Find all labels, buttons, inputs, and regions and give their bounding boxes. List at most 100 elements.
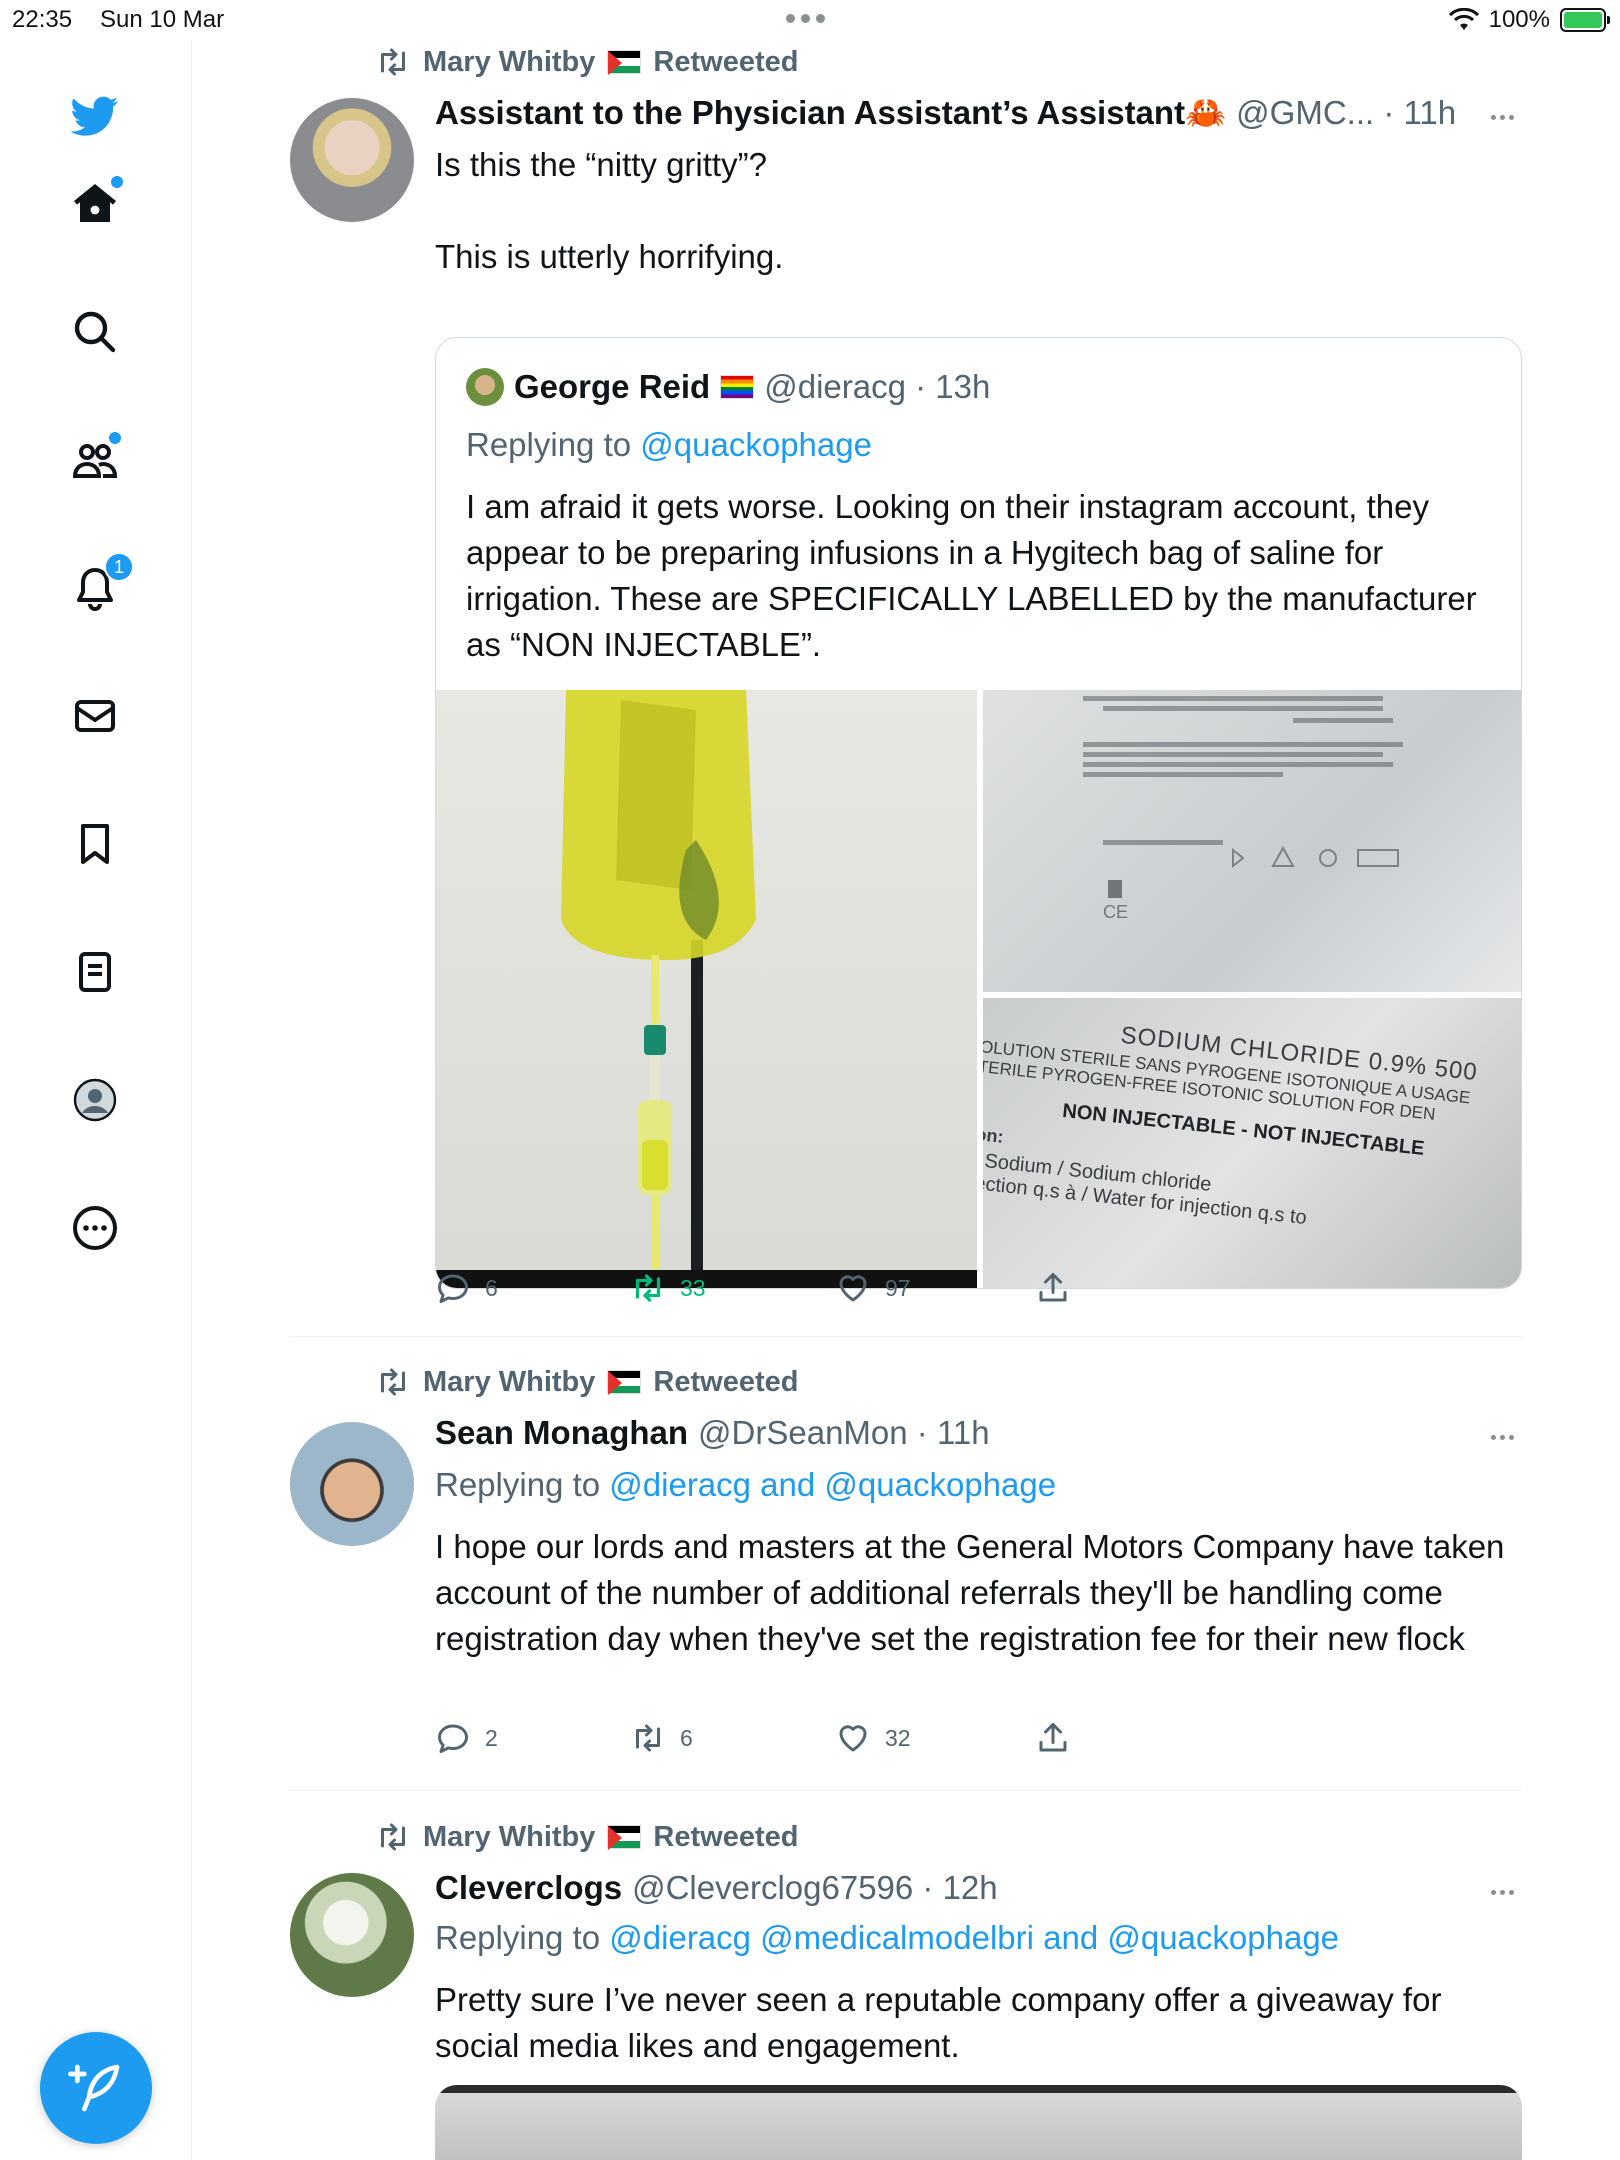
reply-icon — [438, 1724, 468, 1753]
author-name[interactable]: Assistant to the Physician Assistant’s A… — [435, 94, 1226, 133]
palestine-flag-icon — [607, 1370, 642, 1395]
more-options-icon[interactable] — [1482, 1422, 1522, 1452]
iv-bag-illustration — [436, 690, 977, 1288]
author-handle-time[interactable]: @DrSeanMon · 11h — [698, 1414, 990, 1452]
search-icon[interactable] — [63, 300, 127, 364]
retweeted-by[interactable]: Mary Whitby — [423, 1821, 595, 1854]
author-name[interactable]: Sean Monaghan — [435, 1414, 688, 1452]
retweet-count: 6 — [680, 1724, 693, 1751]
home-new-dot — [111, 176, 123, 188]
retweet-button[interactable]: 6 — [630, 1720, 693, 1756]
palestine-flag-icon — [607, 1825, 642, 1850]
notifications-badge: 1 — [104, 552, 134, 582]
more-options-icon[interactable] — [1482, 102, 1522, 132]
quoted-tweet[interactable]: George Reid @dieracg · 13h Replying to @… — [435, 337, 1522, 1289]
communities-icon[interactable] — [63, 428, 127, 492]
wifi-icon — [1448, 8, 1479, 30]
avatar[interactable] — [290, 1873, 414, 1997]
battery-icon — [1560, 8, 1610, 32]
share-button[interactable] — [1035, 1270, 1071, 1306]
status-bar: 22:35 Sun 10 Mar 100% — [0, 0, 1620, 40]
palestine-flag-icon — [607, 50, 642, 75]
profile-icon[interactable] — [63, 1068, 127, 1132]
quote-replying: Replying to @quackophage — [466, 426, 872, 464]
replying-to-link[interactable]: @dieracg and @quackophage — [609, 1466, 1056, 1503]
author-handle-time[interactable]: @GMC... · 11h — [1236, 94, 1456, 132]
retweet-icon — [635, 1274, 661, 1302]
tweet-text: Is this the “nitty gritty”? This is utte… — [435, 142, 1515, 280]
replying-to-link[interactable]: @quackophage — [640, 426, 872, 463]
tweet-media-photo[interactable] — [435, 2085, 1522, 2160]
author-handle-time[interactable]: @Cleverclog67596 · 12h — [632, 1869, 998, 1907]
twitter-logo-icon[interactable] — [63, 84, 127, 148]
quote-avatar[interactable] — [466, 368, 504, 406]
replying-to: Replying to @dieracg @medicalmodelbri an… — [435, 1919, 1339, 1957]
replying-prefix: Replying to — [466, 426, 632, 463]
tweet-divider — [290, 1336, 1522, 1337]
replying-to: Replying to @dieracg and @quackophage — [435, 1466, 1056, 1504]
notifications-icon[interactable]: 1 — [63, 552, 134, 620]
messages-icon[interactable] — [63, 684, 127, 748]
tweet-text-line — [435, 188, 1515, 234]
lists-icon[interactable] — [63, 940, 127, 1004]
quote-author-name[interactable]: George Reid — [514, 368, 710, 406]
retweeted-by[interactable]: Mary Whitby — [423, 46, 595, 79]
sidebar: 1 — [0, 40, 192, 2160]
tweet[interactable]: Mary Whitby Retweeted Cleverclogs @Cleve… — [290, 1815, 1522, 2160]
more-options-icon[interactable] — [1482, 1877, 1522, 1907]
tweet-text: I hope our lords and masters at the Gene… — [435, 1528, 1505, 1657]
bookmarks-icon[interactable] — [63, 812, 127, 876]
retweeted-label: Retweeted — [653, 1820, 799, 1853]
compose-feather-icon — [68, 2064, 120, 2112]
quote-handle-time[interactable]: @dieracg · 13h — [764, 368, 990, 406]
retweet-icon — [381, 1368, 405, 1396]
reply-count: 2 — [485, 1724, 498, 1751]
like-count: 32 — [885, 1724, 911, 1751]
status-time: 22:35 — [12, 6, 73, 33]
tweet-header: Cleverclogs @Cleverclog67596 · 12h — [435, 1869, 998, 1907]
replying-prefix: Replying to — [435, 1919, 601, 1956]
like-button[interactable]: 97 — [835, 1270, 911, 1306]
retweet-button[interactable]: 33 — [630, 1270, 706, 1306]
quote-header: George Reid @dieracg · 13h — [466, 368, 990, 406]
retweeted-by[interactable]: Mary Whitby — [423, 1366, 595, 1399]
tweet-actions: 2 6 32 — [435, 1720, 1095, 1760]
tweet-text-line: This is utterly horrifying. — [435, 238, 784, 275]
tweet-divider — [290, 1790, 1522, 1791]
tweet-text: Pretty sure I’ve never seen a reputable … — [435, 1981, 1442, 2064]
author-name[interactable]: Cleverclogs — [435, 1869, 622, 1907]
battery-percent: 100% — [1488, 6, 1550, 33]
tweet-header: Assistant to the Physician Assistant’s A… — [435, 94, 1456, 133]
reply-button[interactable]: 6 — [435, 1270, 498, 1306]
more-icon[interactable] — [63, 1196, 127, 1260]
tweet[interactable]: Mary Whitby Retweeted Sean Monaghan @DrS… — [290, 1360, 1522, 1790]
svg-text:CE: CE — [1103, 902, 1128, 922]
replying-to-link[interactable]: @dieracg @medicalmodelbri and @quackopha… — [609, 1919, 1339, 1956]
retweet-count: 33 — [680, 1274, 706, 1301]
replying-prefix: Replying to — [435, 1466, 601, 1503]
home-icon[interactable] — [63, 172, 127, 236]
non-injectable-label-photo[interactable]: SODIUM CHLORIDE 0.9% 500 SOLUTION STERIL… — [983, 998, 1521, 1288]
reply-count: 6 — [485, 1274, 498, 1301]
iv-bag-photo[interactable] — [436, 690, 977, 1288]
retweeted-label: Retweeted — [653, 1365, 799, 1398]
avatar[interactable] — [290, 98, 414, 222]
bag-label-photo[interactable]: CE — [983, 690, 1521, 992]
share-icon — [1039, 1273, 1067, 1302]
tweet[interactable]: Mary Whitby Retweeted Assistant to the P… — [290, 40, 1522, 1330]
retweet-context: Mary Whitby Retweeted — [375, 1819, 798, 1855]
quote-text: I am afraid it gets worse. Looking on th… — [466, 488, 1477, 663]
share-button[interactable] — [1035, 1720, 1071, 1756]
heart-icon — [839, 1275, 867, 1302]
avatar[interactable] — [290, 1422, 414, 1546]
status-date: Sun 10 Mar — [100, 6, 225, 33]
tweet-header: Sean Monaghan @DrSeanMon · 11h — [435, 1414, 990, 1452]
multitasking-dots-icon[interactable] — [786, 14, 825, 23]
bag-label-illustration: CE — [1083, 696, 1403, 922]
reply-icon — [438, 1274, 468, 1303]
compose-tweet-button[interactable] — [40, 2032, 152, 2144]
like-button[interactable]: 32 — [835, 1720, 911, 1756]
like-count: 97 — [885, 1274, 911, 1301]
retweet-icon — [381, 48, 405, 76]
reply-button[interactable]: 2 — [435, 1720, 498, 1756]
